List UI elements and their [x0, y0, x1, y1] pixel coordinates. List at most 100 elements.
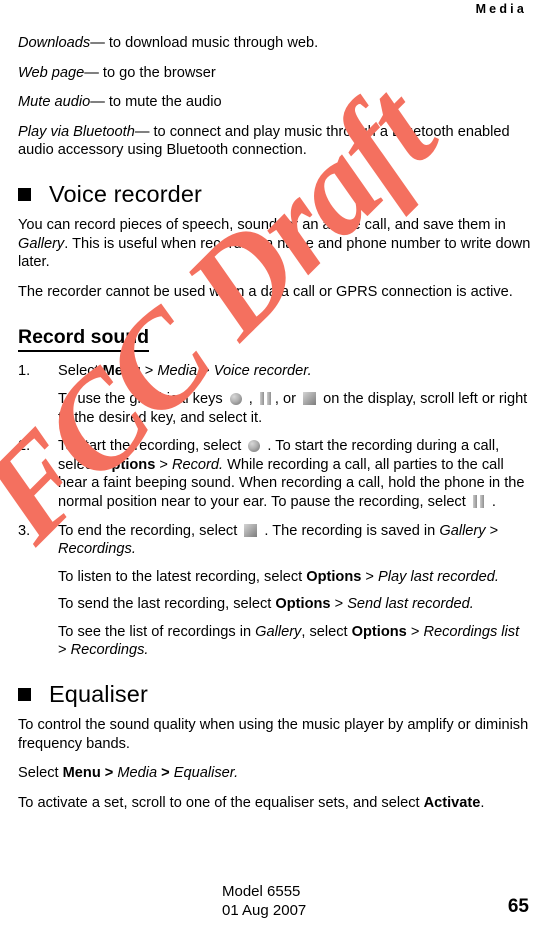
ordered-step: 3. To end the recording, select . The rec… [18, 522, 531, 661]
bold-run: Options [351, 623, 407, 640]
step-paragraph: To use the graphical keys , , or on the … [58, 390, 531, 427]
step-paragraph: To end the recording, select . The recor… [58, 522, 531, 559]
section-heading-equaliser: Equaliser [18, 682, 531, 707]
stop-square-icon [244, 523, 258, 537]
bold-run: Menu [102, 363, 141, 380]
section-heading-label: Voice recorder [49, 180, 202, 207]
italic-run: Gallery [255, 623, 302, 640]
bold-run: Options [306, 568, 362, 585]
text-run: , select [301, 623, 352, 640]
text-run: > [361, 568, 379, 585]
page-number: 65 [507, 896, 529, 917]
italic-run: Gallery [439, 522, 486, 539]
pause-bars-icon [259, 391, 272, 405]
step-paragraph: To see the list of recordings in Gallery… [58, 623, 531, 660]
voice-recorder-paragraph-2: The recorder cannot be used when a data … [18, 283, 513, 300]
intro-description: — to download music through web. [90, 35, 319, 51]
text-run: To end the recording, select [58, 522, 242, 539]
intro-definition-item: Web page— to go the browser [18, 64, 531, 83]
intro-description: — to mute the audio [90, 94, 222, 111]
text-run: To use the graphical keys [58, 390, 227, 407]
footer-date: 01 Aug 2007 [222, 902, 307, 919]
equaliser-paragraph-2: Select Menu > Media > Equaliser. [18, 764, 531, 783]
bold-run: Options [275, 596, 331, 613]
bold-run: Menu [62, 765, 101, 782]
text-run: Select [18, 765, 63, 782]
bold-run: Options [100, 456, 156, 473]
intro-definition-item: Mute audio— to mute the audio [18, 93, 531, 112]
stop-square-icon [303, 391, 317, 405]
intro-definition-item: Play via Bluetooth— to connect and play … [18, 123, 531, 160]
ordered-step: 1. Select Menu > Media > Voice recorder. T… [18, 362, 531, 427]
italic-run: Play last recorded. [378, 568, 499, 585]
bold-run: > [100, 765, 118, 782]
bold-run: > [157, 765, 174, 782]
equaliser-paragraph-3: To activate a set, scroll to one of the … [18, 794, 531, 813]
text-run: . [480, 794, 485, 811]
step-paragraph: To start the recording, select . To star… [58, 437, 531, 511]
italic-run: Send last recorded. [347, 596, 474, 613]
text-run: > [197, 363, 214, 380]
intro-term: Play via Bluetooth [18, 123, 135, 140]
text-run: , or [274, 390, 301, 407]
intro-term: Downloads [18, 35, 91, 51]
italic-run: Recordings list [423, 623, 520, 640]
intro-term: Mute audio [18, 94, 91, 111]
section-heading-voice-recorder: Voice recorder [18, 180, 531, 207]
text-run: > [58, 642, 71, 659]
italic-run: Media [117, 765, 158, 782]
text-run: To activate a set, scroll to one of the … [18, 794, 424, 811]
step-paragraph: To listen to the latest recording, selec… [58, 568, 531, 587]
ordered-step: 2. To start the recording, select . To st… [18, 437, 531, 511]
text-run: Select [58, 363, 103, 380]
italic-run: Record. [171, 456, 224, 473]
text-run: To start the recording, select [58, 438, 246, 455]
step-number: 2. [18, 438, 31, 455]
page-content: Downloads— to download music through web… [18, 34, 531, 823]
record-sound-step-list: 1. Select Menu > Media > Voice recorder. T… [18, 362, 531, 660]
text-run: To see the list of recordings in [58, 623, 256, 640]
equaliser-paragraph-1: To control the sound quality when using … [18, 717, 529, 752]
text-run: , [244, 390, 257, 407]
document-page: Media Downloads— to download music throu… [0, 0, 543, 936]
step-paragraph: To send the last recording, select Optio… [58, 595, 531, 614]
voice-recorder-paragraph-1: You can record pieces of speech, sound, … [18, 216, 531, 272]
footer-model: Model 6555 [222, 883, 301, 900]
record-circle-icon [229, 392, 242, 405]
step-number: 3. [18, 522, 31, 539]
text-run: To send the last recording, select [58, 596, 276, 613]
italic-run: Recordings. [58, 541, 136, 558]
intro-term: Web page [18, 64, 85, 81]
subsection-heading-record-sound-wrap: Record sound [18, 327, 531, 353]
text-run: > [330, 596, 348, 613]
intro-list: Downloads— to download music through web… [18, 34, 531, 160]
text-run: > [406, 623, 424, 640]
text-run: To listen to the latest recording, selec… [58, 568, 307, 585]
step-number: 1. [18, 363, 31, 380]
step-body: To end the recording, select . The recor… [58, 522, 531, 661]
vr-p1-gallery: Gallery [18, 235, 65, 252]
intro-definition-item: Downloads— to download music through web… [18, 34, 531, 53]
pause-bars-icon [472, 494, 485, 508]
step-body: Select Menu > Media > Voice recorder. To … [58, 362, 531, 427]
italic-run: Media [157, 363, 198, 380]
bold-run: Activate [423, 794, 481, 811]
italic-run: Equaliser. [173, 765, 239, 782]
italic-run: Recordings. [70, 642, 149, 659]
black-square-bullet-icon [18, 187, 31, 201]
text-run: > [155, 456, 172, 473]
italic-run: Voice recorder. [213, 363, 312, 380]
vr-p1-b: . This is useful when recording a name a… [18, 235, 531, 271]
black-square-bullet-icon [18, 688, 31, 702]
text-run: > [140, 363, 158, 380]
step-body: To start the recording, select . To star… [58, 437, 531, 511]
footer-model-block: Model 6555 01 Aug 2007 [222, 882, 306, 920]
text-run: . The recording is saved in [260, 522, 440, 539]
page-footer: Model 6555 01 Aug 2007 65 [0, 882, 543, 928]
subsection-heading-record-sound: Record sound [18, 327, 150, 353]
step-paragraph: Select Menu > Media > Voice recorder. [58, 362, 531, 381]
running-header: Media [475, 2, 527, 16]
record-circle-icon [248, 440, 261, 453]
vr-p1-a: You can record pieces of speech, sound, … [18, 216, 506, 233]
text-run: . [487, 493, 496, 510]
